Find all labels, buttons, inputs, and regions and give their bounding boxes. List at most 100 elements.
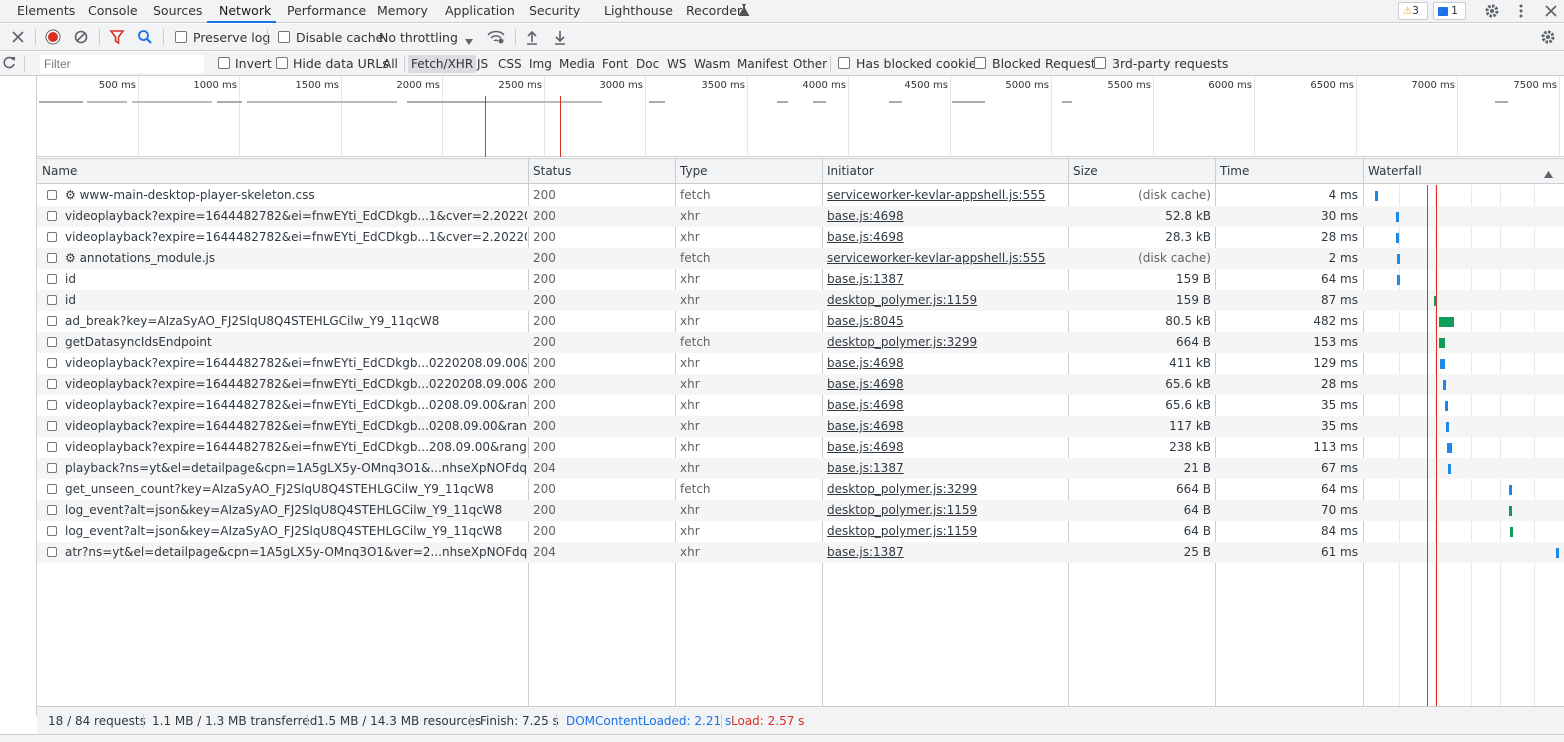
request-name[interactable]: get_unseen_count?key=AIzaSyAO_FJ2SlqU8Q4… (47, 479, 527, 500)
waterfall-bar[interactable] (1445, 422, 1449, 432)
request-name[interactable]: playback?ns=yt&el=detailpage&cpn=1A5gLX5… (47, 458, 527, 479)
table-row[interactable]: videoplayback?expire=1644482782&ei=fnwEY… (37, 227, 1564, 248)
type-filter-all[interactable]: All (380, 55, 401, 73)
tab-console[interactable]: Console (88, 0, 138, 23)
tab-application[interactable]: Application (445, 0, 515, 23)
table-row[interactable]: videoplayback?expire=1644482782&ei=fnwEY… (37, 437, 1564, 458)
waterfall-bar[interactable] (1508, 485, 1512, 495)
table-row[interactable]: id 200 xhr desktop_polymer.js:1159 159 B 87 m… (37, 290, 1564, 311)
table-row[interactable]: videoplayback?expire=1644482782&ei=fnwEY… (37, 395, 1564, 416)
export-har-icon[interactable] (553, 29, 569, 45)
row-checkbox[interactable] (47, 252, 57, 263)
waterfall-bar[interactable] (1508, 506, 1512, 516)
network-settings-gear-icon[interactable] (1540, 29, 1556, 45)
request-initiator-link[interactable]: base.js:1387 (827, 542, 1067, 563)
row-checkbox[interactable] (47, 357, 57, 368)
row-checkbox[interactable] (47, 294, 57, 305)
waterfall-bar[interactable] (1396, 212, 1400, 222)
request-initiator-link[interactable]: base.js:8045 (827, 311, 1067, 332)
row-checkbox[interactable] (47, 210, 57, 221)
table-row[interactable]: videoplayback?expire=1644482782&ei=fnwEY… (37, 206, 1564, 227)
tab-recorder[interactable]: Recorder (686, 0, 742, 23)
close-drawer-icon[interactable] (11, 30, 27, 46)
table-row[interactable]: atr?ns=yt&el=detailpage&cpn=1A5gLX5y-OMn… (37, 542, 1564, 563)
request-initiator-link[interactable]: base.js:4698 (827, 227, 1067, 248)
row-checkbox[interactable] (47, 462, 57, 473)
import-har-icon[interactable] (525, 29, 541, 45)
waterfall-bar[interactable] (1509, 527, 1513, 537)
request-name[interactable]: videoplayback?expire=1644482782&ei=fnwEY… (47, 416, 527, 437)
settings-gear-icon[interactable] (1484, 3, 1500, 19)
waterfall-bar[interactable] (1396, 233, 1400, 243)
request-name[interactable]: ⚙ annotations_module.js (47, 248, 527, 269)
blocked-requests-checkbox[interactable] (974, 57, 986, 69)
tab-security[interactable]: Security (529, 0, 580, 23)
hide-data-urls-checkbox[interactable] (276, 57, 288, 69)
column-header-initiator[interactable]: Initiator (822, 159, 874, 184)
clear-icon[interactable] (73, 29, 89, 45)
row-checkbox[interactable] (47, 546, 57, 557)
tab-performance[interactable]: Performance (287, 0, 366, 23)
table-row[interactable]: videoplayback?expire=1644482782&ei=fnwEY… (37, 374, 1564, 395)
table-row[interactable]: ⚙ www-main-desktop-player-skeleton.css 20… (37, 185, 1564, 206)
reload-icon[interactable] (2, 56, 18, 72)
request-initiator-link[interactable]: desktop_polymer.js:3299 (827, 479, 1067, 500)
type-filter-manifest[interactable]: Manifest (734, 55, 791, 73)
disable-cache-checkbox[interactable] (278, 31, 290, 43)
type-filter-font[interactable]: Font (599, 55, 631, 73)
table-row[interactable]: videoplayback?expire=1644482782&ei=fnwEY… (37, 353, 1564, 374)
request-initiator-link[interactable]: serviceworker-kevlar-appshell.js:555 (827, 248, 1067, 269)
type-filter-ws[interactable]: WS (664, 55, 689, 73)
type-filter-other[interactable]: Other (790, 55, 830, 73)
column-header-status[interactable]: Status (528, 159, 571, 184)
messages-badge[interactable]: 1 (1433, 2, 1466, 20)
request-name[interactable]: id (47, 290, 527, 311)
waterfall-bar[interactable] (1444, 401, 1448, 411)
request-name[interactable]: videoplayback?expire=1644482782&ei=fnwEY… (47, 206, 527, 227)
type-filter-media[interactable]: Media (556, 55, 598, 73)
row-checkbox[interactable] (47, 315, 57, 326)
request-name[interactable]: videoplayback?expire=1644482782&ei=fnwEY… (47, 437, 527, 458)
row-checkbox[interactable] (47, 504, 57, 515)
filter-funnel-icon[interactable] (109, 29, 125, 45)
row-checkbox[interactable] (47, 420, 57, 431)
tab-memory[interactable]: Memory (377, 0, 428, 23)
third-party-checkbox[interactable] (1094, 57, 1106, 69)
table-row[interactable]: ad_break?key=AIzaSyAO_FJ2SlqU8Q4STEHLGCi… (37, 311, 1564, 332)
request-initiator-link[interactable]: base.js:4698 (827, 353, 1067, 374)
request-name[interactable]: videoplayback?expire=1644482782&ei=fnwEY… (47, 374, 527, 395)
column-header-waterfall[interactable]: Waterfall (1363, 159, 1422, 184)
waterfall-bar[interactable] (1374, 191, 1378, 201)
row-checkbox[interactable] (47, 525, 57, 536)
request-initiator-link[interactable]: desktop_polymer.js:3299 (827, 332, 1067, 353)
request-initiator-link[interactable]: desktop_polymer.js:1159 (827, 500, 1067, 521)
waterfall-bar[interactable] (1397, 254, 1401, 264)
row-checkbox[interactable] (47, 189, 57, 200)
waterfall-bar[interactable] (1556, 548, 1560, 558)
type-filter-js[interactable]: JS (474, 55, 491, 73)
tab-lighthouse[interactable]: Lighthouse (604, 0, 673, 23)
dropdown-arrow-icon[interactable] (465, 34, 481, 50)
close-devtools-icon[interactable] (1543, 3, 1559, 19)
waterfall-bar[interactable] (1440, 359, 1445, 369)
search-icon[interactable] (137, 29, 153, 45)
overview-timeline[interactable]: 500 ms 1000 ms 1500 ms 2000 ms 2500 ms 3… (37, 76, 1564, 157)
throttling-select[interactable]: No throttling (379, 30, 458, 45)
row-checkbox[interactable] (47, 483, 57, 494)
table-row[interactable]: id 200 xhr base.js:1387 159 B 64 ms (37, 269, 1564, 290)
tab-elements[interactable]: Elements (17, 0, 75, 23)
request-name[interactable]: id (47, 269, 527, 290)
record-icon[interactable] (45, 29, 61, 45)
request-name[interactable]: ad_break?key=AIzaSyAO_FJ2SlqU8Q4STEHLGCi… (47, 311, 527, 332)
waterfall-bar[interactable] (1446, 443, 1452, 453)
request-name[interactable]: getDatasyncIdsEndpoint (47, 332, 527, 353)
request-name[interactable]: videoplayback?expire=1644482782&ei=fnwEY… (47, 395, 527, 416)
request-initiator-link[interactable]: desktop_polymer.js:1159 (827, 521, 1067, 542)
request-name[interactable]: atr?ns=yt&el=detailpage&cpn=1A5gLX5y-OMn… (47, 542, 527, 563)
type-filter-fetch-xhr[interactable]: Fetch/XHR (408, 55, 477, 73)
waterfall-bar[interactable] (1447, 464, 1451, 474)
request-name[interactable]: log_event?alt=json&key=AIzaSyAO_FJ2SlqU8… (47, 500, 527, 521)
row-checkbox[interactable] (47, 441, 57, 452)
row-checkbox[interactable] (47, 336, 57, 347)
more-options-icon[interactable] (1513, 3, 1529, 19)
